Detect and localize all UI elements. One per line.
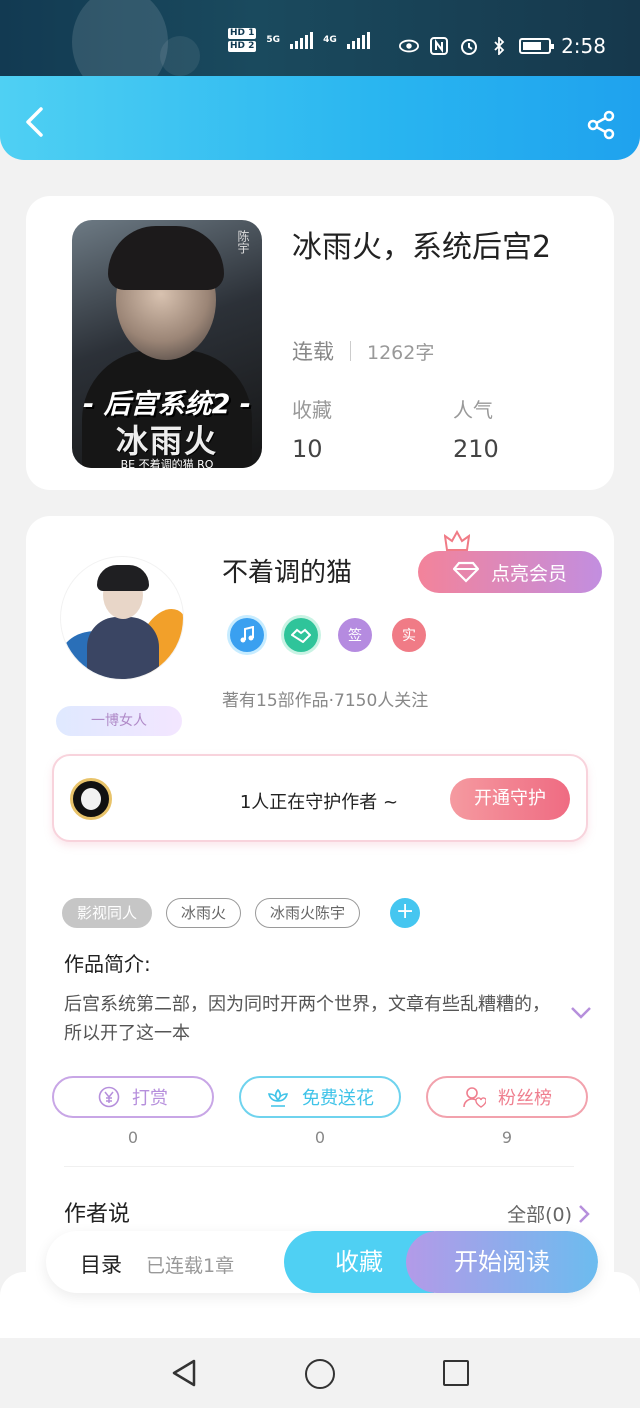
- wallpaper-bubble: [160, 36, 200, 76]
- wallpaper-bubble: [72, 0, 168, 76]
- nav-recent-apps-icon[interactable]: [443, 1360, 469, 1386]
- reward-button[interactable]: 打赏: [52, 1076, 214, 1118]
- tag-item[interactable]: 影视同人: [62, 898, 153, 928]
- status-bar: HD 1 HD 2 5G 4G 2:58: [0, 0, 640, 76]
- fan-user-icon: [463, 1087, 486, 1108]
- start-reading-button[interactable]: 开始阅读: [406, 1231, 598, 1293]
- chevron-down-icon[interactable]: [570, 1006, 592, 1020]
- action-buttons: 打赏 0 免费送花 0 粉丝榜 9: [52, 1076, 588, 1147]
- back-arrow-icon[interactable]: [22, 106, 48, 138]
- popularity-label: 人气: [453, 398, 493, 422]
- bluetooth-icon: [489, 37, 509, 55]
- eye-icon: [399, 37, 420, 55]
- system-navigation-bar: [0, 1338, 640, 1408]
- author-says-all-link[interactable]: 全部(0): [507, 1200, 590, 1227]
- system-indicators: 2:58: [399, 34, 606, 58]
- author-name[interactable]: 不着调的猫: [222, 552, 352, 589]
- open-guard-button[interactable]: 开通守护: [450, 778, 570, 820]
- network-5g-label: 5G: [266, 35, 281, 45]
- verified-badge[interactable]: 实: [392, 618, 426, 652]
- music-note-icon[interactable]: [230, 618, 264, 652]
- all-link-label: 全部(0): [507, 1204, 572, 1226]
- crown-icon: [444, 530, 470, 551]
- cover-vertical-text: 陈宇: [236, 230, 250, 254]
- tag-list: 影视同人 冰雨火 冰雨火陈宇 +: [62, 898, 421, 928]
- reward-count: 0: [127, 1128, 139, 1147]
- signal-strength-icon: [290, 31, 314, 49]
- bottom-action-bar: 目录 已连载1章 收藏 开始阅读: [46, 1231, 598, 1293]
- light-up-vip-button[interactable]: 点亮会员: [418, 551, 602, 593]
- nav-home-icon[interactable]: [305, 1359, 335, 1389]
- flower-action: 免费送花 0: [239, 1076, 401, 1147]
- network-4g-label: 4G: [323, 35, 337, 45]
- fans-action: 粉丝榜 9: [426, 1076, 588, 1147]
- yen-coin-icon: [98, 1086, 120, 1108]
- table-of-contents-button[interactable]: 目录: [80, 1249, 122, 1279]
- clock-time: 2:58: [561, 34, 606, 58]
- reward-label: 打赏: [132, 1088, 168, 1109]
- author-card: 一博女人 不着调的猫 点亮会员 签 实 著有15部作品·7150人关注 1人正在…: [26, 516, 614, 1296]
- serial-status: 连载: [292, 340, 334, 364]
- network-indicators: HD 1 HD 2 5G 4G: [228, 28, 370, 52]
- hd2-indicator: HD 2: [228, 41, 257, 52]
- author-avatar[interactable]: [60, 556, 184, 680]
- author-says-title: 作者说: [64, 1202, 131, 1227]
- diamond-icon: [452, 561, 479, 583]
- flower-count: 0: [314, 1128, 326, 1147]
- top-app-bar: [0, 76, 640, 160]
- add-tag-button[interactable]: +: [390, 898, 421, 928]
- signal-strength-icon: [346, 31, 370, 49]
- share-icon[interactable]: [586, 110, 616, 140]
- collect-stat: 收藏 10: [292, 394, 332, 463]
- author-badges: 签 实: [230, 618, 426, 652]
- alarm-icon: [459, 37, 479, 55]
- popularity-value: 210: [453, 435, 499, 463]
- book-info-card: 陈宇 - 后宫系统2 - 冰雨火 BE 不着调的猫 RO 冰雨火，系统后宫2 连…: [26, 196, 614, 490]
- battery-icon: [519, 38, 555, 54]
- book-status-row: 连载 1262字: [292, 336, 434, 366]
- collect-value: 10: [292, 435, 323, 463]
- chevron-right-icon: [579, 1204, 590, 1223]
- collect-label: 收藏: [292, 398, 332, 422]
- nav-back-icon[interactable]: [170, 1358, 198, 1388]
- fans-count: 9: [501, 1128, 513, 1147]
- author-meta: 著有15部作品·7150人关注: [222, 691, 429, 711]
- divider: [64, 1166, 574, 1167]
- intro-title: 作品简介:: [64, 952, 151, 976]
- intro-text: 后宫系统第二部，因为同时开两个世界，文章有些乱糟糟的，所以开了这一本: [64, 994, 550, 1044]
- book-cover-image[interactable]: 陈宇 - 后宫系统2 - 冰雨火 BE 不着调的猫 RO: [72, 220, 262, 468]
- popularity-stat: 人气 210: [453, 394, 499, 463]
- free-flower-button[interactable]: 免费送花: [239, 1076, 401, 1118]
- book-title: 冰雨火，系统后宫2: [292, 230, 552, 265]
- tag-item[interactable]: 冰雨火陈宇: [255, 898, 361, 928]
- divider: [350, 341, 351, 361]
- guard-author-panel: 1人正在守护作者 ~ 开通守护: [52, 754, 588, 842]
- tag-item[interactable]: 冰雨火: [166, 898, 242, 928]
- word-count: 1262字: [367, 341, 435, 364]
- avatar-tag: 一博女人: [56, 706, 182, 736]
- free-flower-label: 免费送花: [302, 1088, 374, 1109]
- reward-action: 打赏 0: [52, 1076, 214, 1147]
- handshake-icon[interactable]: [284, 618, 318, 652]
- vip-button-label: 点亮会员: [490, 562, 567, 585]
- fan-ranking-label: 粉丝榜: [498, 1088, 552, 1109]
- chapter-count: 已连载1章: [146, 1255, 235, 1277]
- flower-icon: [267, 1088, 289, 1107]
- fan-ranking-button[interactable]: 粉丝榜: [426, 1076, 588, 1118]
- cover-author-line: BE 不着调的猫 RO: [120, 458, 214, 468]
- hd1-indicator: HD 1: [228, 28, 257, 39]
- nfc-icon: [429, 37, 449, 55]
- signed-badge[interactable]: 签: [338, 618, 372, 652]
